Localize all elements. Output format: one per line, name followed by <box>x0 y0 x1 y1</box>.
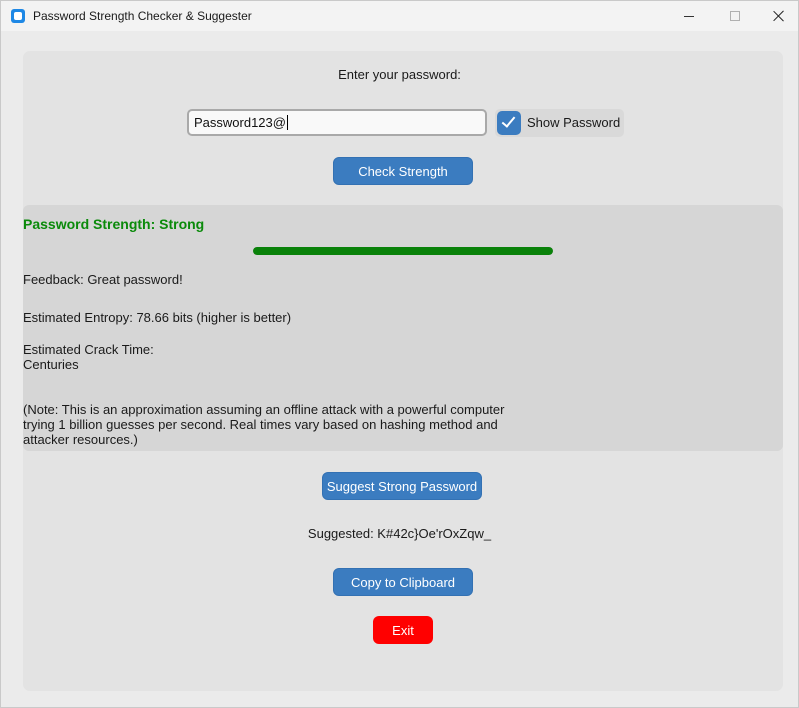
password-input-value: Password123@ <box>194 115 286 130</box>
password-input[interactable]: Password123@ <box>187 109 487 136</box>
window-title: Password Strength Checker & Suggester <box>33 9 252 23</box>
password-prompt-label: Enter your password: <box>338 67 461 82</box>
checkmark-icon <box>501 113 516 128</box>
suggested-password-text: Suggested: K#42c}Oe'rOxZqw_ <box>307 526 492 541</box>
strength-progress-bar <box>253 247 553 255</box>
copy-to-clipboard-button[interactable]: Copy to Clipboard <box>333 568 473 596</box>
approximation-note: (Note: This is an approximation assuming… <box>23 402 505 447</box>
suggest-password-button[interactable]: Suggest Strong Password <box>322 472 482 500</box>
strength-title: Password Strength: Strong <box>23 216 205 232</box>
feedback-text: Feedback: Great password! <box>23 272 183 287</box>
maximize-button[interactable] <box>712 1 758 31</box>
crack-time-label: Estimated Crack Time: <box>23 342 154 357</box>
check-strength-button[interactable]: Check Strength <box>333 157 473 185</box>
entropy-text: Estimated Entropy: 78.66 bits (higher is… <box>23 310 292 325</box>
app-window: Password Strength Checker & Suggester En… <box>0 0 799 708</box>
title-bar[interactable]: Password Strength Checker & Suggester <box>1 1 798 31</box>
close-icon <box>773 10 785 22</box>
minimize-button[interactable] <box>666 1 712 31</box>
text-caret <box>286 115 288 130</box>
exit-button[interactable]: Exit <box>373 616 433 644</box>
strength-progress-fill <box>253 247 553 255</box>
maximize-icon <box>730 11 740 21</box>
minimize-icon <box>684 15 694 17</box>
app-icon <box>11 9 25 23</box>
show-password-toggle[interactable]: Show Password <box>495 109 624 137</box>
show-password-checkbox[interactable] <box>497 111 521 135</box>
show-password-label: Show Password <box>527 115 621 130</box>
close-button[interactable] <box>756 1 799 31</box>
crack-time-value: Centuries <box>23 357 79 372</box>
